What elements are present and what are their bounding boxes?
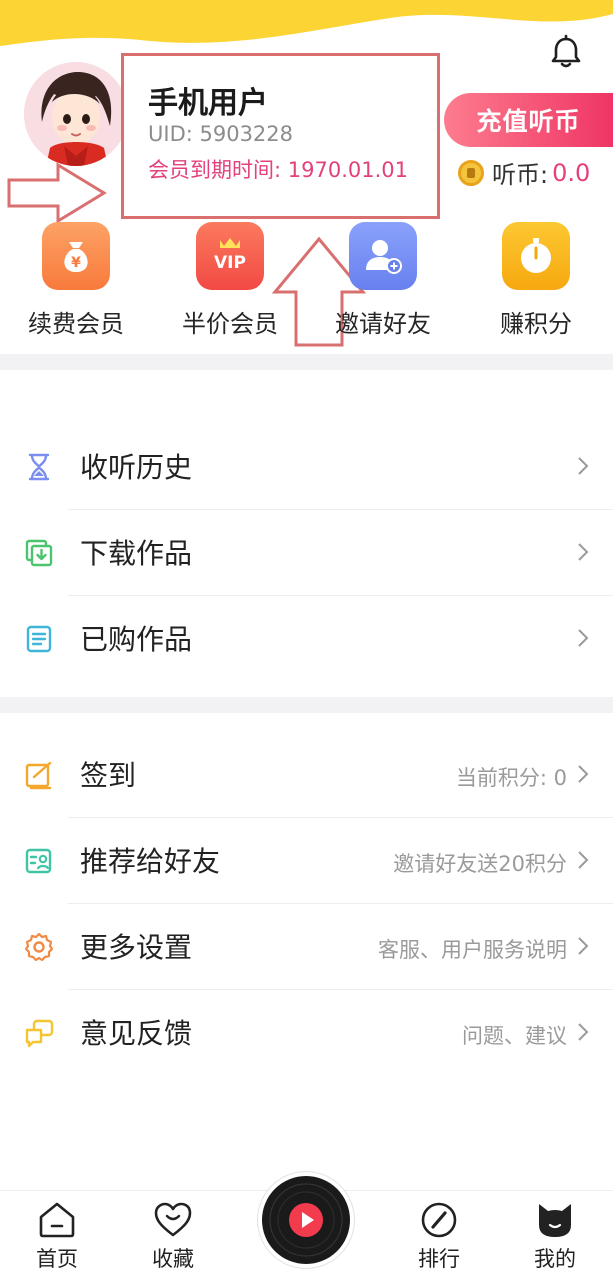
quick-action-renew-vip[interactable]: ¥ 续费会员 — [16, 222, 136, 339]
player-disc[interactable] — [258, 1172, 354, 1268]
quick-action-earn-points[interactable]: 赚积分 — [476, 222, 596, 339]
svg-text:VIP: VIP — [214, 253, 246, 273]
check-in-icon — [25, 761, 52, 790]
menu-item-label: 推荐给好友 — [80, 845, 221, 878]
chevron-right-icon — [578, 543, 589, 561]
coin-balance: 听币: 0.0 — [458, 155, 590, 190]
menu-item-downloads[interactable]: 下载作品 — [0, 510, 613, 596]
coin-icon — [458, 159, 484, 186]
chevron-right-icon — [578, 629, 589, 647]
menu-item-check-in[interactable]: 签到 当前积分: 0 — [0, 732, 613, 818]
menu-item-label: 收听历史 — [80, 451, 193, 484]
heart-icon — [154, 1202, 192, 1237]
user-name: 手机用户 — [148, 86, 268, 121]
download-icon — [25, 539, 53, 567]
top-wave-decoration — [0, 0, 613, 46]
menu-item-subtext: 客服、用户服务说明 — [378, 938, 567, 962]
menu-item-label: 下载作品 — [80, 537, 193, 570]
quick-action-half-price-vip[interactable]: VIP 半价会员 — [170, 222, 290, 339]
tab-mine[interactable]: 我的 — [510, 1201, 600, 1273]
coin-value: 0.0 — [552, 158, 591, 187]
section-divider — [0, 354, 613, 370]
avatar-girl-icon — [24, 62, 128, 166]
annotation-arrow-right — [7, 162, 107, 224]
menu-item-subtext: 当前积分: 0 — [455, 766, 567, 790]
coin-label: 听币: — [492, 161, 549, 189]
menu-item-label: 已购作品 — [80, 623, 193, 656]
quick-action-label: 续费会员 — [28, 310, 124, 338]
chevron-right-icon — [578, 765, 589, 783]
money-bag-icon: ¥ — [42, 222, 110, 290]
stopwatch-icon — [502, 222, 570, 290]
tab-label: 我的 — [534, 1247, 576, 1271]
bell-icon[interactable] — [548, 34, 584, 70]
quick-action-invite-friends[interactable]: 邀请好友 — [323, 222, 443, 339]
tab-label: 排行 — [418, 1247, 460, 1271]
menu-item-feedback[interactable]: 意见反馈 问题、建议 — [0, 990, 613, 1076]
menu-item-recommend-friends[interactable]: 推荐给好友 邀请好友送20积分 — [0, 818, 613, 904]
section-divider — [0, 697, 613, 713]
quick-action-label: 邀请好友 — [335, 310, 431, 338]
chevron-right-icon — [578, 457, 589, 475]
quick-action-label: 半价会员 — [182, 310, 278, 338]
tab-label: 首页 — [36, 1247, 78, 1271]
gear-icon — [24, 932, 54, 962]
cat-face-icon — [539, 1204, 571, 1237]
chevron-right-icon — [578, 1023, 589, 1041]
chevron-right-icon — [578, 851, 589, 869]
menu-item-listen-history[interactable]: 收听历史 — [0, 424, 613, 510]
add-user-icon — [349, 222, 417, 290]
chevron-right-icon — [578, 937, 589, 955]
tab-home[interactable]: 首页 — [12, 1201, 102, 1273]
share-user-icon — [25, 848, 52, 874]
profile-card[interactable]: 手机用户 UID: 5903228 会员到期时间: 1970.01.01 — [121, 53, 440, 219]
recharge-button[interactable]: 充值听币 — [444, 93, 613, 147]
tab-ranking[interactable]: 排行 — [394, 1201, 484, 1273]
menu-item-label: 签到 — [80, 759, 137, 792]
quick-action-label: 赚积分 — [500, 310, 572, 338]
document-icon — [26, 625, 52, 653]
home-icon — [39, 1202, 75, 1238]
vip-crown-icon: VIP — [196, 222, 264, 290]
tab-label: 收藏 — [152, 1247, 194, 1271]
menu-item-subtext: 邀请好友送20积分 — [393, 852, 567, 876]
compass-icon — [421, 1202, 457, 1238]
chat-bubbles-icon — [25, 1019, 54, 1048]
menu-item-subtext: 问题、建议 — [462, 1024, 567, 1048]
user-uid: UID: 5903228 — [148, 122, 294, 146]
tab-favorites[interactable]: 收藏 — [128, 1201, 218, 1273]
vip-expiry: 会员到期时间: 1970.01.01 — [148, 158, 408, 182]
menu-item-purchased[interactable]: 已购作品 — [0, 596, 613, 682]
menu-item-more-settings[interactable]: 更多设置 客服、用户服务说明 — [0, 904, 613, 990]
menu-item-label: 更多设置 — [80, 931, 193, 964]
svg-text:¥: ¥ — [71, 255, 81, 271]
hourglass-icon — [28, 453, 50, 481]
menu-item-label: 意见反馈 — [80, 1017, 193, 1050]
play-icon — [269, 1183, 343, 1257]
avatar[interactable] — [24, 62, 128, 166]
